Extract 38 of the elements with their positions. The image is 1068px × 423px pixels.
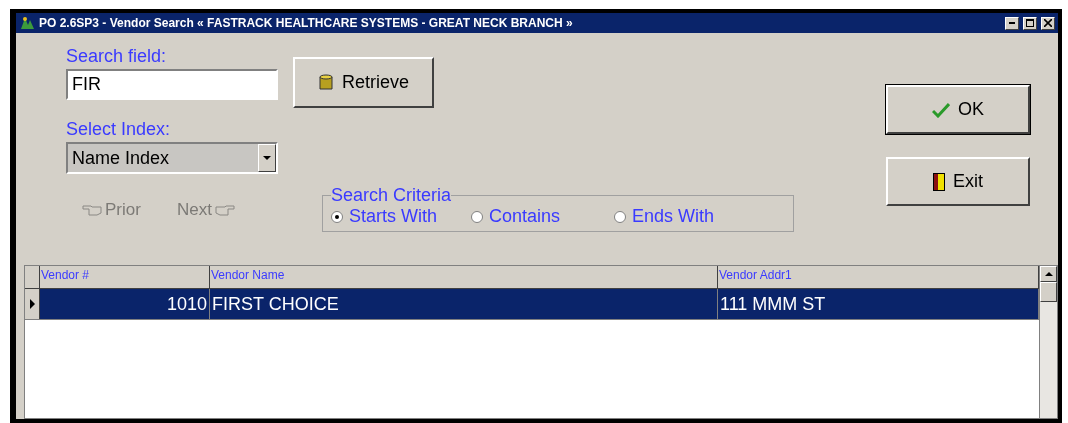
close-icon — [1044, 19, 1052, 27]
row-pointer-icon — [29, 299, 35, 309]
radio-button[interactable] — [614, 210, 627, 223]
scroll-thumb[interactable] — [1040, 282, 1057, 302]
minimize-icon — [1009, 22, 1015, 24]
ok-button[interactable]: OK — [886, 85, 1030, 134]
table-row[interactable]: 1010 FIRST CHOICE 111 MMM ST — [25, 289, 1039, 320]
radio-option[interactable]: Ends With — [614, 206, 715, 227]
app-icon — [19, 16, 35, 30]
minimize-button[interactable] — [1005, 16, 1019, 30]
table-cell: FIRST CHOICE — [210, 289, 718, 319]
cylinder-icon — [318, 74, 334, 91]
search-field[interactable]: FIR — [66, 69, 278, 100]
maximize-icon — [1026, 19, 1034, 27]
checkmark-icon — [932, 101, 950, 118]
window-title: PO 2.6SP3 - Vendor Search « FASTRACK HEALTHCARE SYSTEMS - GREAT NECK BRANCH » — [39, 16, 574, 30]
radio-button[interactable] — [471, 210, 483, 223]
exit-button[interactable]: Exit — [886, 157, 1030, 206]
table-cell: 1010 — [40, 289, 210, 319]
group-title: Search Criteria — [331, 188, 452, 202]
close-button[interactable] — [1041, 16, 1055, 30]
scroll-up-button[interactable] — [1040, 266, 1057, 282]
select-index-label: Select Index: — [66, 118, 172, 140]
radio-option[interactable]: Contains — [471, 206, 561, 227]
caret-icon — [263, 156, 271, 160]
door-icon — [933, 172, 945, 191]
column-header[interactable]: Vendor # — [40, 266, 210, 288]
pointing-hand-icon — [214, 204, 235, 216]
retrieve-button[interactable]: Retrieve — [293, 57, 434, 108]
scroll-up-icon — [1044, 272, 1053, 276]
pointing-hand-icon — [82, 204, 102, 216]
maximize-button[interactable] — [1023, 16, 1037, 30]
radio-option[interactable]: Starts With — [331, 206, 437, 227]
search-field-label: Search field: — [66, 45, 168, 67]
index-dropdown[interactable]: Name Index — [66, 142, 278, 174]
radio-button[interactable] — [331, 210, 343, 223]
column-header[interactable]: Vendor Name — [210, 266, 718, 288]
scrollbar[interactable] — [1039, 266, 1057, 418]
